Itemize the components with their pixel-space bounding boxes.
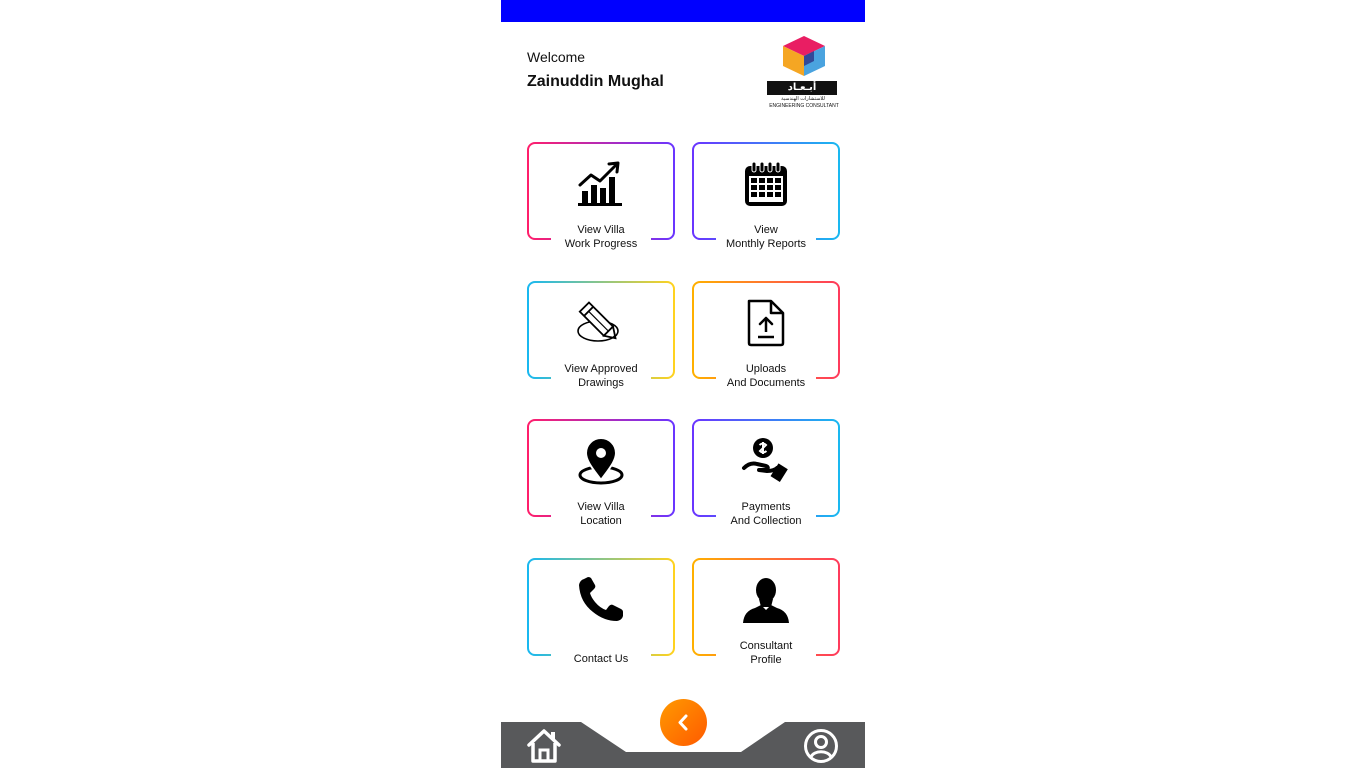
cube-logo-icon xyxy=(783,36,825,76)
payment-hand-icon xyxy=(741,436,791,486)
tile-approved-drawings[interactable]: View Approved Drawings xyxy=(527,281,675,390)
profile-button[interactable] xyxy=(803,728,839,764)
welcome-label: Welcome xyxy=(527,49,586,65)
tile-label-line: Consultant xyxy=(739,640,793,652)
tile-label-line: Contact Us xyxy=(573,653,629,665)
tile-label: View Villa Location xyxy=(551,500,651,528)
logo-caption: ENGINEERING CONSULTANT xyxy=(769,103,839,109)
back-button[interactable] xyxy=(660,699,707,746)
tile-label: Consultant Profile xyxy=(716,639,816,667)
tile-label-line: Monthly Reports xyxy=(725,238,807,250)
tile-label-line: View Villa xyxy=(577,501,625,513)
chevron-left-icon xyxy=(678,714,688,731)
tile-label-line: Drawings xyxy=(578,377,624,389)
home-icon xyxy=(527,729,561,763)
tile-payments-collection[interactable]: Payments And Collection xyxy=(692,419,840,528)
tile-contact-us[interactable]: Contact Us xyxy=(527,558,675,666)
tile-label: Contact Us xyxy=(551,652,651,666)
tile-label-line: View xyxy=(754,224,778,236)
tile-label: Payments And Collection xyxy=(716,500,816,528)
tile-work-progress[interactable]: View Villa Work Progress xyxy=(527,142,675,251)
tile-villa-location[interactable]: View Villa Location xyxy=(527,419,675,528)
tile-label-line: Payments xyxy=(741,501,791,513)
status-bar xyxy=(501,0,865,22)
person-silhouette-icon xyxy=(741,575,791,625)
location-pin-icon xyxy=(576,436,626,486)
logo-arabic-subtitle: للاستشارات الهندسية xyxy=(781,96,825,102)
logo-arabic-title: أبـعـاد xyxy=(767,81,837,95)
calendar-icon xyxy=(741,159,791,209)
tile-monthly-reports[interactable]: View Monthly Reports xyxy=(692,142,840,251)
tile-label-line: View Approved xyxy=(564,363,638,375)
tile-label-line: View Villa xyxy=(577,224,625,236)
tile-label-line: And Collection xyxy=(730,515,802,527)
phone-icon xyxy=(576,575,626,625)
tile-label-line: Location xyxy=(580,515,622,527)
tile-uploads-documents[interactable]: Uploads And Documents xyxy=(692,281,840,390)
tile-label-line: Work Progress xyxy=(564,238,638,250)
pencil-drawing-icon xyxy=(576,298,626,348)
tile-label-line: And Documents xyxy=(726,377,806,389)
user-name: Zainuddin Mughal xyxy=(527,73,664,90)
tile-label: View Monthly Reports xyxy=(716,223,816,251)
user-circle-icon xyxy=(804,729,838,763)
chart-growth-icon xyxy=(576,159,626,209)
app-screen: Welcome Zainuddin Mughal أبـعـاد للاستشا… xyxy=(501,0,865,768)
tile-label: View Approved Drawings xyxy=(551,362,651,390)
tile-label-line: Profile xyxy=(750,654,782,666)
home-button[interactable] xyxy=(525,728,563,764)
tile-label-line: Uploads xyxy=(745,363,787,375)
file-upload-icon xyxy=(741,298,791,348)
tile-label: View Villa Work Progress xyxy=(551,223,651,251)
company-logo: أبـعـاد للاستشارات الهندسية ENGINEERING … xyxy=(767,34,841,110)
tile-consultant-profile[interactable]: Consultant Profile xyxy=(692,558,840,667)
tile-label: Uploads And Documents xyxy=(716,362,816,390)
